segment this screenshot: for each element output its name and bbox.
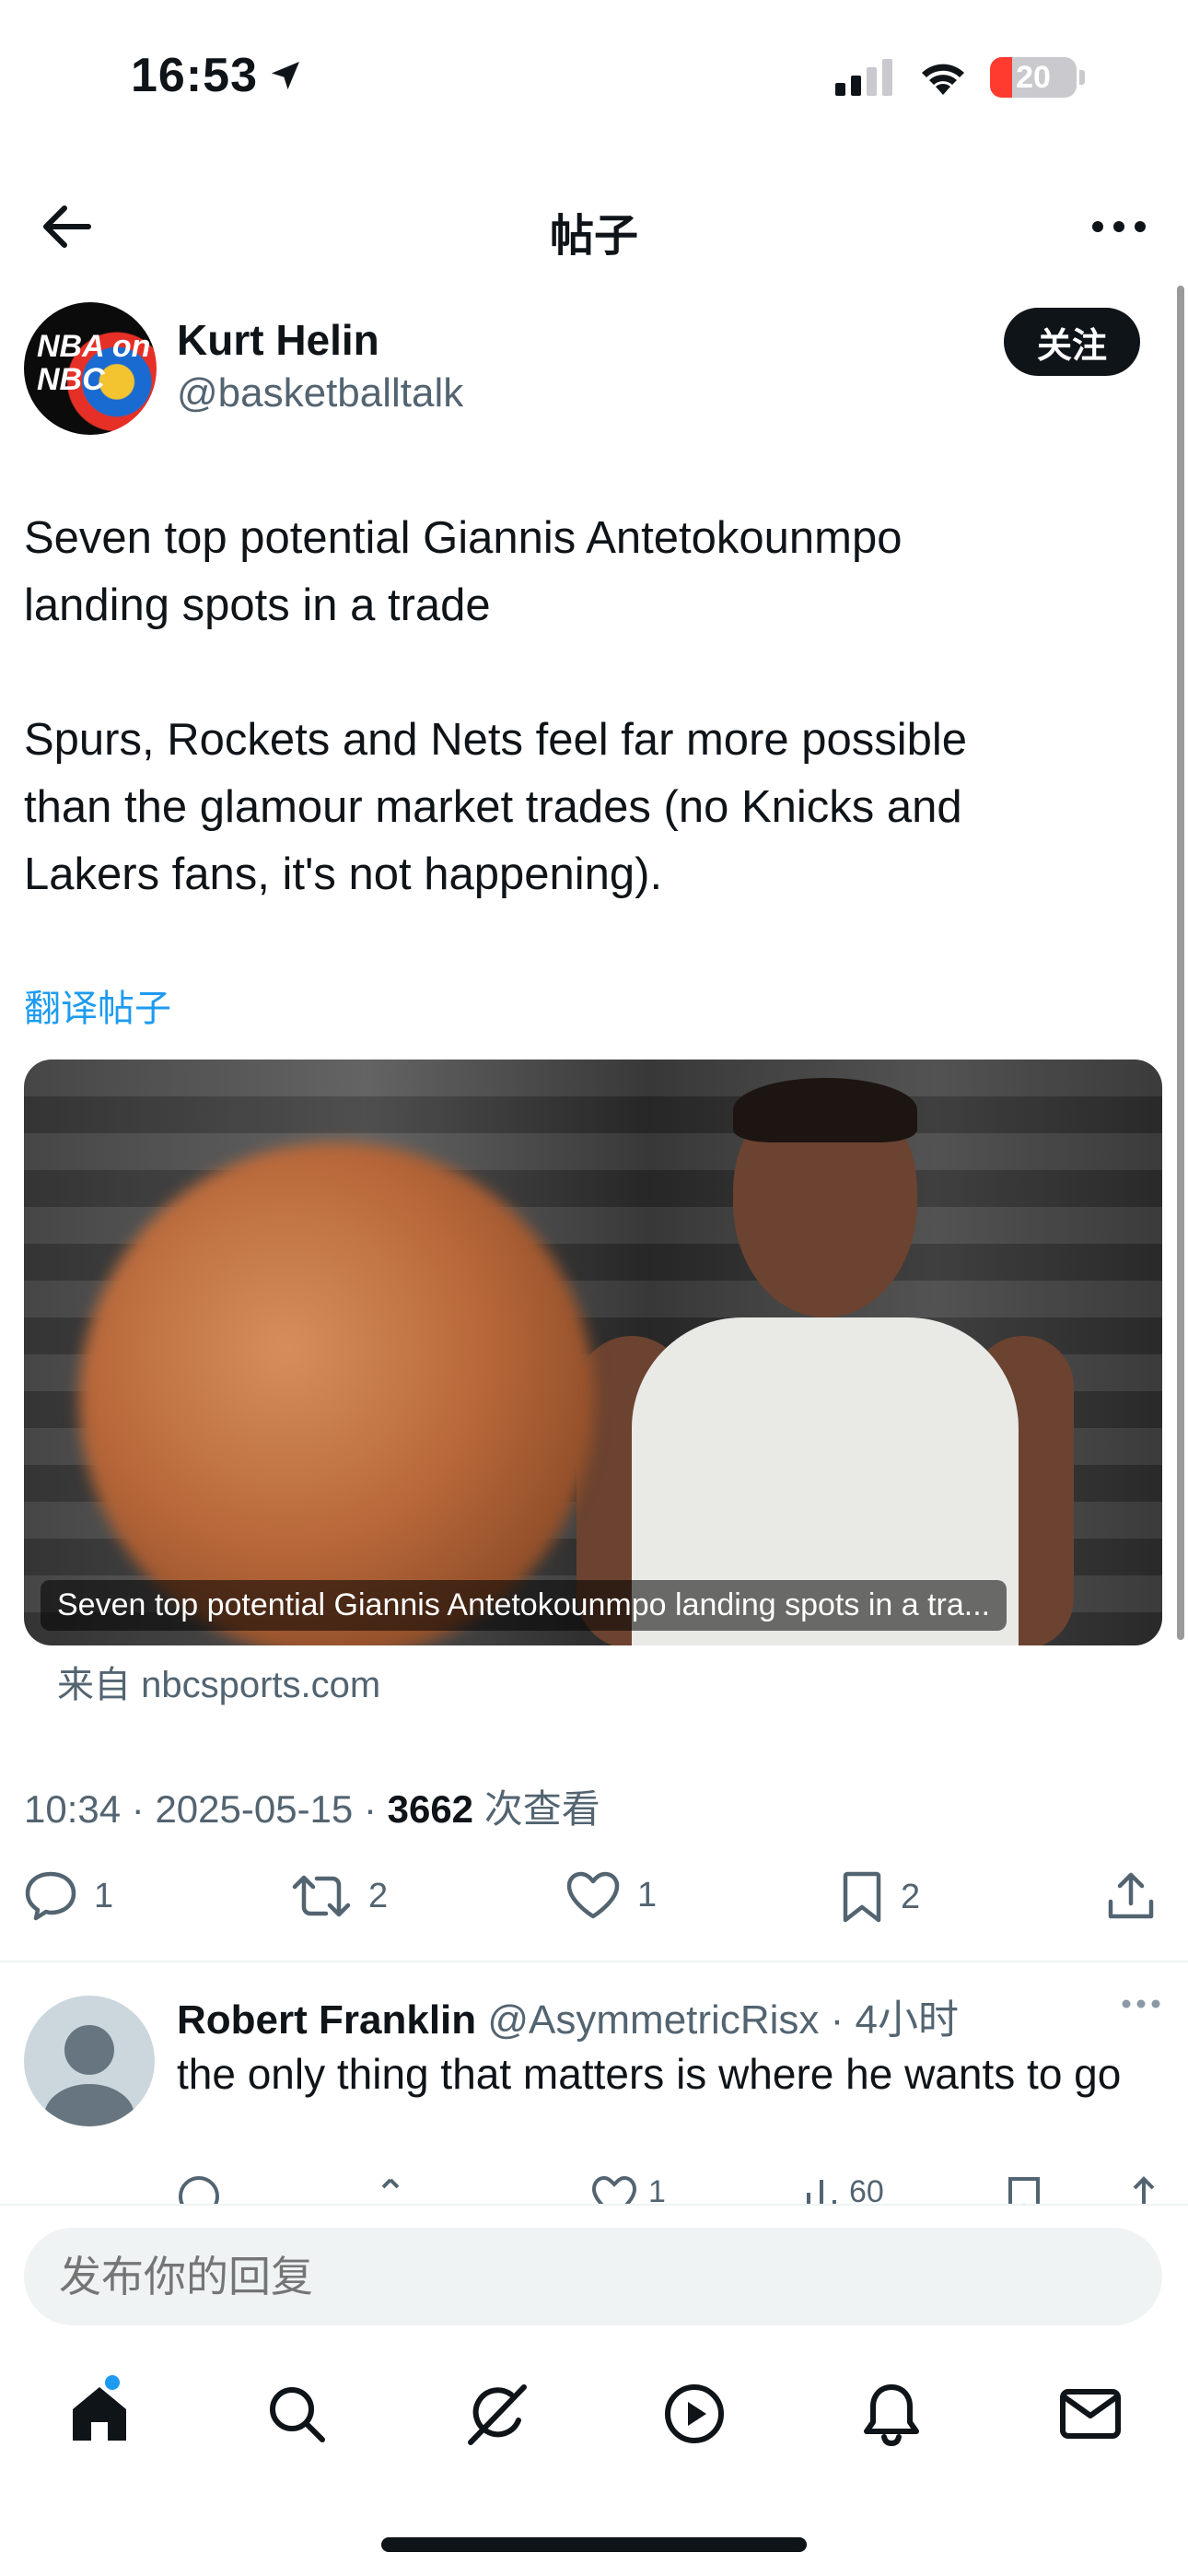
bell-icon [864, 2384, 919, 2446]
views-count: 3662 [387, 1787, 474, 1831]
translate-post-link[interactable]: 翻译帖子 [24, 978, 171, 1032]
bottom-tab-bar [0, 2359, 1188, 2469]
reply-more-button[interactable] [1122, 1999, 1160, 2008]
wifi-icon [922, 64, 964, 95]
repost-count: 2 [368, 1876, 389, 1915]
notification-dot [105, 2375, 120, 2390]
tab-messages[interactable] [1044, 2368, 1136, 2460]
status-time: 16:53 [131, 48, 304, 103]
post-text-line: Seven top potential Giannis Antetokounmp… [24, 513, 903, 563]
repost-icon[interactable] [379, 2174, 429, 2207]
post-action-bar: 1 2 1 2 [24, 1870, 1164, 1935]
tab-search[interactable] [250, 2368, 343, 2460]
analytics-icon[interactable] [803, 2174, 840, 2207]
more-horizontal-icon [1122, 1999, 1160, 2008]
post-time: 10:34 [24, 1787, 122, 1831]
divider [0, 1961, 1188, 1962]
reply-author-name[interactable]: Robert Franklin [177, 1997, 476, 2043]
battery-indicator: 20 [990, 57, 1077, 98]
home-icon [73, 2387, 126, 2441]
cellular-signal-icon [835, 59, 892, 96]
reply-button[interactable]: 1 [24, 1870, 113, 1922]
reply-header: Robert Franklin @AsymmetricRisx · 4小时 [177, 1997, 959, 2043]
more-horizontal-icon [1092, 221, 1146, 232]
battery-level: 20 [1016, 59, 1051, 95]
post-text-line: Lakers fans, it's not happening). [24, 849, 663, 899]
avatar-logo-text: NBA on NBC [37, 329, 151, 397]
page-title: 帖子 [549, 212, 638, 261]
post-meta: 10:34 · 2025-05-15 · 3662 次查看 [24, 1787, 600, 1831]
share-button[interactable] [1105, 1870, 1157, 1922]
repost-button[interactable]: 2 [291, 1870, 388, 1922]
reply-author-handle[interactable]: @AsymmetricRisx [487, 1997, 819, 2043]
repost-icon [292, 1875, 351, 1917]
reply-action-bar: 1 60 [177, 2174, 1171, 2207]
reply-view-count: 60 [849, 2174, 884, 2207]
post-header: 帖子 [0, 175, 1188, 276]
bookmark-icon [843, 1871, 881, 1923]
grok-icon [468, 2384, 527, 2445]
home-indicator[interactable] [381, 2537, 807, 2552]
link-card-caption: Seven top potential Giannis Antetokounmp… [41, 1580, 1007, 1631]
more-options-button[interactable] [1087, 197, 1151, 256]
reply-input[interactable] [24, 2228, 1162, 2325]
mail-icon [1060, 2389, 1121, 2439]
link-source[interactable]: 来自 nbcsports.com [57, 1655, 380, 1708]
post-text: Seven top potential Giannis Antetokounmp… [24, 505, 1147, 908]
reply-time: 4小时 [855, 1997, 959, 2043]
play-circle-icon [665, 2384, 724, 2443]
bookmark-count: 2 [901, 1877, 921, 1916]
share-icon [1108, 1872, 1154, 1919]
tab-video[interactable] [648, 2368, 740, 2460]
post-date: 2025-05-15 [155, 1787, 354, 1831]
share-icon[interactable] [1125, 2174, 1162, 2207]
author-handle[interactable]: @basketballtalk [177, 370, 463, 416]
reply-bubble-icon[interactable] [177, 2174, 221, 2207]
tab-home[interactable] [53, 2368, 146, 2460]
reply-bubble-icon [25, 1871, 76, 1921]
heart-icon[interactable] [591, 2174, 637, 2207]
post-text-line: Spurs, Rockets and Nets feel far more po… [24, 715, 968, 765]
reply-avatar[interactable] [24, 1996, 155, 2126]
like-count: 1 [637, 1875, 658, 1914]
post-text-line: than the glamour market trades (no Knick… [24, 782, 962, 832]
author-name[interactable]: Kurt Helin [177, 315, 379, 365]
like-button[interactable]: 1 [565, 1870, 657, 1920]
author-avatar[interactable]: NBA on NBC [24, 302, 157, 435]
follow-button[interactable]: 关注 [1004, 308, 1140, 376]
post-text-line: landing spots in a trade [24, 580, 491, 630]
heart-icon [566, 1871, 620, 1919]
tab-notifications[interactable] [845, 2368, 938, 2460]
tab-grok[interactable] [451, 2368, 543, 2460]
views-label: 次查看 [483, 1787, 600, 1831]
link-card-image[interactable]: Seven top potential Giannis Antetokounmp… [24, 1060, 1162, 1645]
reply-count: 1 [94, 1876, 114, 1915]
reply-like-count: 1 [648, 2174, 666, 2207]
post-text-line [24, 639, 1147, 707]
status-time-text: 16:53 [131, 49, 258, 102]
bookmark-icon[interactable] [1006, 2174, 1042, 2207]
basketball [79, 1142, 595, 1645]
search-icon [270, 2387, 325, 2442]
status-bar: 16:53 20 [0, 0, 1188, 157]
bookmark-button[interactable]: 2 [840, 1870, 920, 1924]
location-arrow-icon [272, 62, 299, 89]
reply-text: the only thing that matters is where he … [177, 2050, 1122, 2098]
scrollbar[interactable] [1177, 286, 1184, 1640]
